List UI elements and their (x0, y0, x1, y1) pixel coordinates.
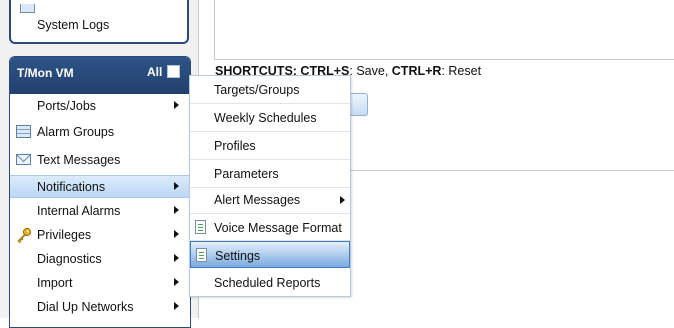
all-label: All (147, 65, 163, 79)
sidebar-item-label: Privileges (37, 228, 92, 242)
chevron-right-icon (174, 254, 179, 262)
chevron-right-icon (340, 196, 345, 204)
all-checkbox[interactable] (167, 65, 180, 78)
sidebar-item-cut[interactable] (17, 4, 177, 18)
sidebar-item-label: Import (37, 276, 73, 290)
panel-title: T/Mon VM (17, 66, 74, 80)
chevron-right-icon (174, 302, 179, 310)
sidebar-item-internal-alarms[interactable]: Internal Alarms (10, 199, 190, 222)
shortcut-action-reset: : Reset (441, 64, 482, 78)
chevron-right-icon (174, 278, 179, 286)
menu-item-label: Targets/Groups (214, 83, 300, 97)
sidebar-item-label: Dial Up Networks (37, 300, 134, 314)
menu-item-label: Voice Message Format (214, 221, 342, 235)
menu-item-label: Weekly Schedules (214, 111, 317, 125)
text-area[interactable] (214, 0, 674, 60)
chevron-right-icon (174, 182, 179, 190)
menu-item-voice-message-format[interactable]: Voice Message Format (190, 214, 350, 241)
key-icon (16, 227, 32, 244)
sidebar-top-panel: System Logs (9, 0, 189, 44)
menu-item-label: Alert Messages (214, 193, 301, 207)
menu-item-label: Settings (215, 249, 261, 263)
sidebar-item-privileges[interactable]: Privileges (10, 223, 190, 246)
sidebar-item-ports-jobs[interactable]: Ports/Jobs (10, 94, 190, 117)
sidebar-item-alarm-groups[interactable]: Alarm Groups (10, 120, 190, 143)
chevron-right-icon (174, 230, 179, 238)
sidebar-item-text-messages[interactable]: Text Messages (10, 148, 190, 171)
divider (350, 170, 674, 171)
sidebar-item-label: Text Messages (37, 153, 121, 167)
sidebar-item-label: Diagnostics (37, 252, 102, 266)
sidebar-item-label: Notifications (37, 180, 106, 194)
shortcut-action-save: : Save, (349, 64, 392, 78)
list-icon (16, 125, 31, 138)
list-icon (20, 4, 35, 13)
chevron-right-icon (174, 101, 179, 109)
menu-item-label: Scheduled Reports (214, 276, 321, 290)
menu-item-scheduled-reports[interactable]: Scheduled Reports (190, 269, 350, 297)
sidebar-item-system-logs[interactable]: System Logs (37, 18, 109, 32)
sidebar-item-label: Alarm Groups (37, 125, 115, 139)
sidebar-item-dial-up-networks[interactable]: Dial Up Networks (10, 295, 190, 318)
menu-item-label: Parameters (214, 167, 279, 181)
shortcut-key-reset: CTRL+R (391, 64, 442, 78)
sidebar-item-label: Ports/Jobs (37, 99, 97, 113)
panel-header: T/Mon VM All (10, 57, 190, 94)
menu-item-alert-messages[interactable]: Alert Messages (190, 188, 350, 214)
menu-item-targets-groups[interactable]: Targets/Groups (190, 76, 350, 104)
document-icon (196, 248, 207, 262)
sidebar-item-notifications[interactable]: Notifications (10, 175, 190, 198)
menu-item-weekly-schedules[interactable]: Weekly Schedules (190, 104, 350, 132)
sidebar-item-diagnostics[interactable]: Diagnostics (10, 247, 190, 270)
sidebar-item-import[interactable]: Import (10, 271, 190, 294)
envelope-icon (16, 154, 31, 165)
chevron-right-icon (174, 206, 179, 214)
tmon-vm-panel: T/Mon VM All Ports/Jobs Alarm Groups Tex… (9, 56, 191, 328)
document-icon (195, 220, 206, 234)
notifications-submenu: Targets/Groups Weekly Schedules Profiles… (189, 75, 351, 297)
menu-item-settings[interactable]: Settings (190, 241, 350, 268)
menu-item-profiles[interactable]: Profiles (190, 132, 350, 160)
sidebar-item-label: Internal Alarms (37, 204, 121, 218)
menu-item-label: Profiles (214, 139, 256, 153)
menu-item-parameters[interactable]: Parameters (190, 160, 350, 188)
